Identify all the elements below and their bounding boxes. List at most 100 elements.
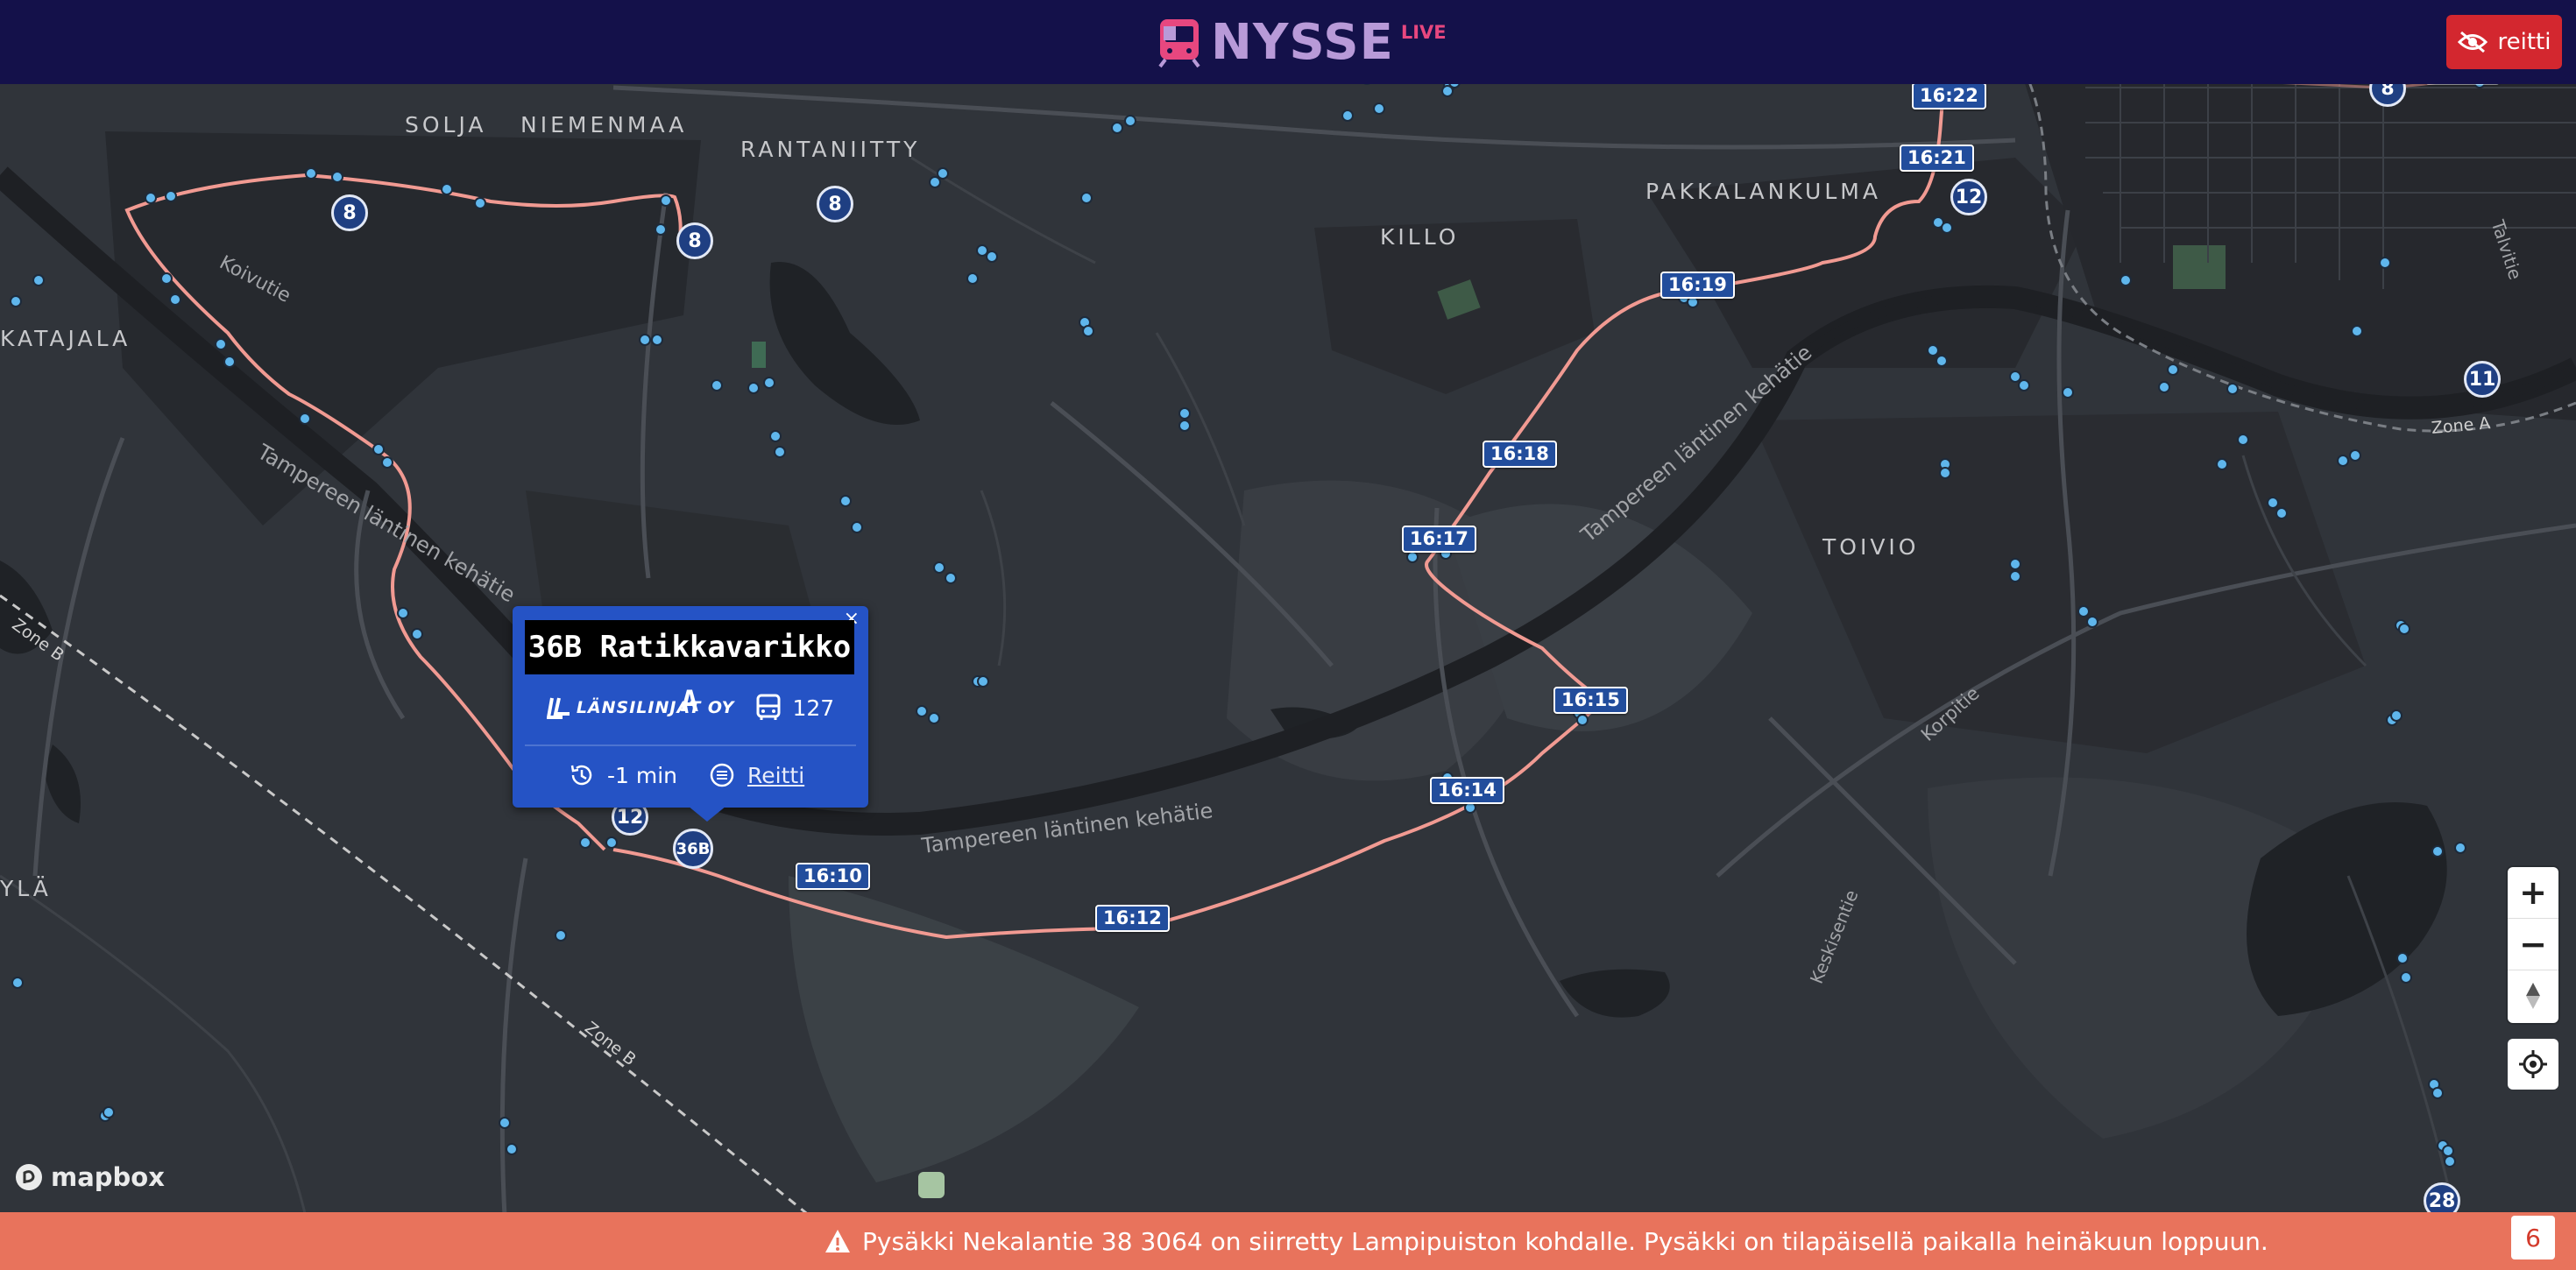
bus-stop-dot[interactable]	[32, 274, 45, 286]
bus-stop-dot[interactable]	[169, 293, 181, 306]
bus-stop-dot[interactable]	[747, 382, 760, 394]
vehicle-marker[interactable]: 12	[1950, 179, 1987, 215]
bus-stop-dot[interactable]	[305, 167, 317, 180]
bus-stop-dot[interactable]	[945, 572, 957, 584]
bus-stop-dot[interactable]	[966, 272, 979, 285]
bus-stop-dot[interactable]	[916, 705, 928, 717]
bus-stop-dot[interactable]	[1441, 85, 1454, 97]
bus-stop-dot[interactable]	[10, 295, 22, 307]
bus-stop-dot[interactable]	[986, 250, 998, 263]
bus-stop-dot[interactable]	[2009, 558, 2021, 570]
route-time-label[interactable]: 16:22	[1912, 82, 1986, 109]
bus-stop-dot[interactable]	[215, 338, 227, 350]
bus-stop-dot[interactable]	[929, 176, 941, 188]
bus-stop-dot[interactable]	[977, 675, 989, 688]
bus-stop-dot[interactable]	[976, 244, 988, 257]
bus-stop-dot[interactable]	[499, 1117, 511, 1129]
bus-stop-dot[interactable]	[655, 223, 667, 236]
bus-stop-dot[interactable]	[2454, 842, 2466, 854]
bus-stop-dot[interactable]	[2267, 497, 2279, 509]
bus-stop-dot[interactable]	[1927, 344, 1939, 356]
bus-stop-dot[interactable]	[651, 334, 663, 346]
bus-stop-dot[interactable]	[2444, 1155, 2456, 1168]
route-visibility-toggle[interactable]: reitti	[2446, 15, 2562, 69]
bus-stop-dot[interactable]	[2337, 455, 2349, 467]
bus-stop-dot[interactable]	[711, 379, 723, 392]
geolocate-button[interactable]	[2508, 1039, 2558, 1090]
bus-stop-dot[interactable]	[2009, 370, 2021, 383]
bus-stop-dot[interactable]	[1082, 325, 1094, 337]
bus-stop-dot[interactable]	[937, 167, 949, 180]
map-canvas[interactable]	[0, 0, 2576, 1270]
route-time-label[interactable]: 16:18	[1483, 441, 1557, 468]
bus-stop-dot[interactable]	[839, 495, 852, 507]
bus-stop-dot[interactable]	[605, 836, 618, 849]
bus-stop-dot[interactable]	[933, 561, 945, 574]
bus-stop-dot[interactable]	[851, 521, 863, 533]
route-time-label[interactable]: 16:12	[1095, 905, 1170, 932]
bus-stop-dot[interactable]	[1178, 420, 1191, 432]
bus-stop-dot[interactable]	[381, 456, 393, 469]
bus-stop-dot[interactable]	[2431, 1087, 2444, 1099]
bus-stop-dot[interactable]	[474, 197, 486, 209]
bus-stop-dot[interactable]	[2077, 605, 2090, 617]
zoom-in-button[interactable]: +	[2508, 867, 2558, 919]
bus-stop-dot[interactable]	[2226, 383, 2239, 395]
bus-stop-dot[interactable]	[441, 183, 453, 195]
bus-stop-dot[interactable]	[2442, 1145, 2454, 1157]
mapbox-attribution[interactable]: mapbox	[14, 1162, 165, 1192]
bus-stop-dot[interactable]	[2120, 274, 2132, 286]
bus-stop-dot[interactable]	[579, 836, 591, 849]
bus-stop-dot[interactable]	[2396, 952, 2409, 964]
vehicle-marker[interactable]: 11	[2464, 361, 2501, 398]
notice-count-badge[interactable]: 6	[2511, 1216, 2555, 1259]
bus-stop-dot[interactable]	[145, 192, 157, 204]
bus-stop-dot[interactable]	[2158, 381, 2170, 393]
bus-stop-dot[interactable]	[1939, 467, 1951, 479]
bus-stop-dot[interactable]	[2379, 257, 2391, 269]
bus-stop-dot[interactable]	[2390, 709, 2403, 722]
notice-bar[interactable]: Pysäkki Nekalantie 38 3064 on siirretty …	[0, 1212, 2576, 1270]
bus-stop-dot[interactable]	[103, 1106, 115, 1118]
bus-stop-dot[interactable]	[1373, 102, 1385, 115]
bus-stop-dot[interactable]	[1406, 551, 1419, 563]
bus-stop-dot[interactable]	[2275, 507, 2288, 519]
route-time-label[interactable]: 16:21	[1900, 145, 1974, 172]
bus-stop-dot[interactable]	[763, 377, 775, 389]
bus-stop-dot[interactable]	[1936, 355, 1948, 367]
bus-stop-dot[interactable]	[660, 194, 672, 207]
bus-stop-dot[interactable]	[2398, 623, 2410, 635]
bus-stop-dot[interactable]	[1341, 109, 1354, 122]
route-time-label[interactable]: 16:19	[1660, 272, 1735, 299]
bus-stop-dot[interactable]	[2431, 845, 2444, 857]
bus-stop-dot[interactable]	[1080, 192, 1093, 204]
bus-stop-dot[interactable]	[2351, 325, 2363, 337]
bus-stop-dot[interactable]	[2216, 458, 2228, 470]
bus-stop-dot[interactable]	[1576, 714, 1589, 726]
vehicle-marker[interactable]: 8	[817, 186, 853, 222]
bus-stop-dot[interactable]	[1111, 122, 1123, 134]
bus-stop-dot[interactable]	[1124, 115, 1136, 127]
zoom-out-button[interactable]: −	[2508, 919, 2558, 970]
bus-stop-dot[interactable]	[2062, 386, 2074, 399]
bus-stop-dot[interactable]	[331, 171, 343, 183]
route-time-label[interactable]: 16:14	[1430, 777, 1504, 804]
bus-stop-dot[interactable]	[2009, 570, 2021, 582]
bus-stop-dot[interactable]	[2237, 434, 2249, 446]
bus-stop-dot[interactable]	[2167, 363, 2179, 376]
route-time-label[interactable]: 16:17	[1402, 526, 1476, 553]
nysse-logo[interactable]: NYSSE LIVE	[1155, 12, 1447, 72]
bus-stop-dot[interactable]	[299, 413, 311, 425]
bus-stop-dot[interactable]	[774, 446, 786, 458]
vehicle-marker[interactable]: 36B	[673, 829, 713, 869]
bus-stop-dot[interactable]	[2018, 379, 2030, 392]
route-time-label[interactable]: 16:15	[1553, 687, 1628, 714]
bus-stop-dot[interactable]	[11, 977, 24, 989]
bus-stop-dot[interactable]	[2086, 616, 2098, 628]
compass-button[interactable]	[2508, 970, 2558, 1021]
bus-stop-dot[interactable]	[165, 190, 177, 202]
bus-stop-dot[interactable]	[506, 1143, 518, 1155]
bus-stop-dot[interactable]	[1178, 407, 1191, 420]
bus-stop-dot[interactable]	[1941, 222, 1953, 234]
bus-stop-dot[interactable]	[223, 356, 236, 368]
